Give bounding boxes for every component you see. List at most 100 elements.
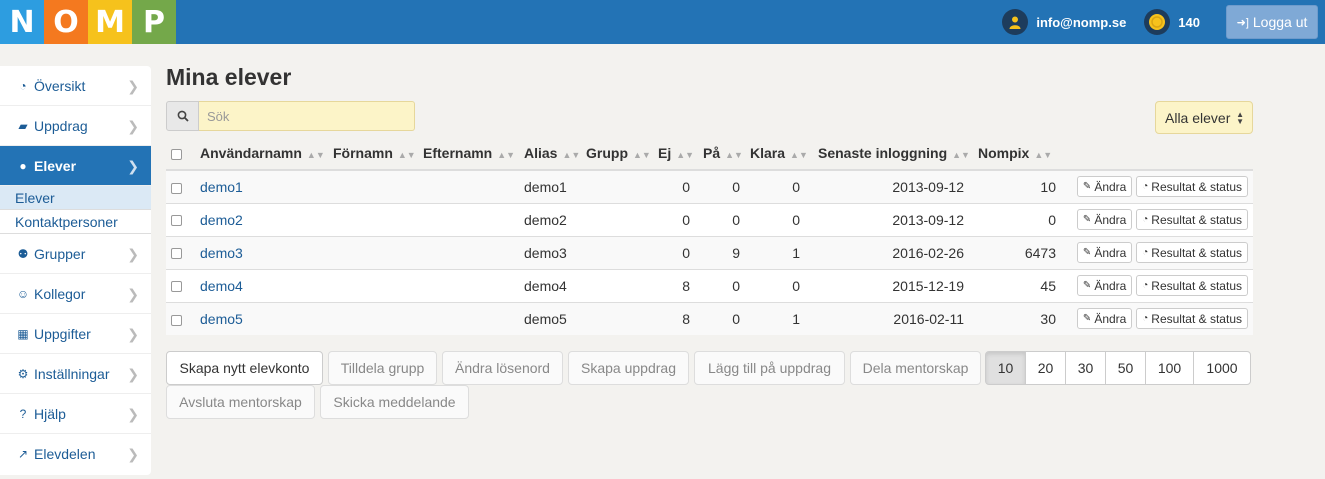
assign-group-button[interactable]: Tilldela grupp bbox=[328, 351, 437, 385]
table-row: demo3 demo3 0 9 1 2016-02-26 6473 ✎ Ändra… bbox=[166, 235, 1253, 269]
edit-button[interactable]: ✎ Ändra bbox=[1076, 275, 1133, 296]
gear-icon: ⚙ bbox=[17, 366, 29, 381]
user-icon: ● bbox=[19, 158, 27, 173]
column-header-group[interactable]: Grupp ▲▼ bbox=[586, 137, 658, 171]
page-size-50[interactable]: 50 bbox=[1105, 351, 1146, 385]
results-status-button[interactable]: ◔ Resultat & status bbox=[1136, 176, 1248, 198]
sort-icon: ▲▼ bbox=[633, 150, 651, 160]
column-header-ej[interactable]: Ej ▲▼ bbox=[658, 137, 703, 171]
change-password-button[interactable]: Ändra lösenord bbox=[442, 351, 563, 385]
dashboard-icon: ◔ bbox=[19, 78, 27, 93]
row-select-cell bbox=[166, 268, 200, 302]
cell-last-login: 2013-09-12 bbox=[818, 202, 978, 236]
add-to-assignment-button[interactable]: Lägg till på uppdrag bbox=[694, 351, 845, 385]
sidebar-item-uppgifter[interactable]: ▦ Uppgifter ❯ bbox=[0, 314, 151, 354]
username-link[interactable]: demo4 bbox=[200, 278, 243, 294]
cell-nompix: 10 bbox=[978, 169, 1068, 203]
create-student-account-button[interactable]: Skapa nytt elevkonto bbox=[166, 351, 323, 385]
logo-letter-m: M bbox=[88, 0, 132, 44]
sidebar-item-installningar[interactable]: ⚙ Inställningar ❯ bbox=[0, 354, 151, 394]
results-status-button[interactable]: ◔ Resultat & status bbox=[1136, 209, 1248, 230]
sidebar-item-label: Hjälp bbox=[34, 405, 66, 422]
cell-alias: demo3 bbox=[524, 235, 586, 269]
page-size-selector: 10 20 30 50 100 1000 bbox=[985, 351, 1251, 385]
sidebar-item-label: Uppdrag bbox=[34, 117, 88, 134]
logo-letter-o: O bbox=[44, 0, 88, 44]
column-header-pa[interactable]: På ▲▼ bbox=[703, 137, 750, 171]
sidebar-item-kollegor[interactable]: ☺ Kollegor ❯ bbox=[0, 274, 151, 314]
column-header-klara[interactable]: Klara ▲▼ bbox=[750, 137, 818, 171]
send-message-button[interactable]: Skicka meddelande bbox=[320, 385, 469, 419]
create-assignment-button[interactable]: Skapa uppdrag bbox=[568, 351, 689, 385]
edit-button[interactable]: ✎ Ändra bbox=[1076, 209, 1133, 230]
cell-last-login: 2013-09-12 bbox=[818, 169, 978, 203]
nomp-logo[interactable]: N O M P bbox=[0, 0, 176, 44]
page-size-20[interactable]: 20 bbox=[1025, 351, 1066, 385]
row-checkbox[interactable] bbox=[171, 281, 182, 293]
column-header-username[interactable]: Användarnamn ▲▼ bbox=[200, 137, 333, 171]
logo-letter-p: P bbox=[132, 0, 176, 44]
sidebar-subitem-kontaktpersoner[interactable]: Kontaktpersoner bbox=[0, 210, 151, 234]
username-link[interactable]: demo3 bbox=[200, 245, 243, 261]
cell-alias: demo4 bbox=[524, 268, 586, 302]
edit-button[interactable]: ✎ Ändra bbox=[1076, 308, 1133, 330]
sidebar-item-grupper[interactable]: ⚉ Grupper ❯ bbox=[0, 234, 151, 274]
edit-icon: ✎ bbox=[1082, 247, 1092, 258]
row-checkbox[interactable] bbox=[171, 182, 182, 194]
end-mentorship-button[interactable]: Avsluta mentorskap bbox=[166, 385, 315, 419]
search-icon[interactable] bbox=[166, 101, 199, 131]
column-header-lastname[interactable]: Efternamn ▲▼ bbox=[423, 137, 524, 171]
results-status-button[interactable]: ◔ Resultat & status bbox=[1136, 308, 1248, 330]
page-size-100[interactable]: 100 bbox=[1145, 351, 1194, 385]
cell-actions: ✎ Ändra ◔ Resultat & status bbox=[1068, 268, 1253, 302]
cell-firstname bbox=[333, 235, 423, 269]
sidebar-item-hjalp[interactable]: ? Hjälp ❯ bbox=[0, 394, 151, 434]
row-select-cell bbox=[166, 301, 200, 335]
chevron-right-icon: ❯ bbox=[127, 446, 139, 462]
page-size-30[interactable]: 30 bbox=[1065, 351, 1106, 385]
user-email[interactable]: info@nomp.se bbox=[1036, 15, 1126, 30]
page-size-1000[interactable]: 1000 bbox=[1193, 351, 1251, 385]
row-checkbox[interactable] bbox=[171, 248, 182, 260]
sidebar-item-oversikt[interactable]: ◔ Översikt ❯ bbox=[0, 66, 151, 106]
username-link[interactable]: demo2 bbox=[200, 212, 243, 228]
smile-icon: ☺ bbox=[16, 286, 30, 301]
table-header-row: Användarnamn ▲▼ Förnamn ▲▼ Efternamn ▲▼ Ali… bbox=[166, 137, 1253, 171]
column-header-nompix[interactable]: Nompix ▲▼ bbox=[978, 137, 1068, 171]
student-filter-select[interactable]: Alla elever ▲ ▼ bbox=[1155, 101, 1253, 134]
edit-button[interactable]: ✎ Ändra bbox=[1076, 242, 1133, 263]
logout-button[interactable]: ➜] Logga ut bbox=[1226, 5, 1318, 39]
grid-icon: ▦ bbox=[17, 326, 29, 341]
edit-icon: ✎ bbox=[1082, 313, 1092, 325]
cell-last-login: 2016-02-26 bbox=[818, 235, 978, 269]
search-group bbox=[166, 101, 415, 131]
edit-icon: ✎ bbox=[1082, 280, 1092, 291]
username-link[interactable]: demo5 bbox=[200, 311, 243, 327]
edit-button[interactable]: ✎ Ändra bbox=[1076, 176, 1133, 198]
results-status-button[interactable]: ◔ Resultat & status bbox=[1136, 242, 1248, 263]
sort-icon: ▲▼ bbox=[497, 150, 516, 160]
sidebar-item-elevdelen[interactable]: ↗ Elevdelen ❯ bbox=[0, 434, 151, 474]
sort-icon: ▲▼ bbox=[1034, 150, 1053, 160]
cell-ej: 8 bbox=[658, 301, 703, 335]
results-status-button[interactable]: ◔ Resultat & status bbox=[1136, 275, 1248, 296]
column-header-firstname[interactable]: Förnamn ▲▼ bbox=[333, 137, 423, 171]
cell-lastname bbox=[423, 202, 524, 236]
cell-lastname bbox=[423, 301, 524, 335]
username-link[interactable]: demo1 bbox=[200, 179, 243, 195]
page-size-10[interactable]: 10 bbox=[985, 351, 1026, 385]
share-mentorship-button[interactable]: Dela mentorskap bbox=[850, 351, 981, 385]
sidebar-item-uppdrag[interactable]: ▰ Uppdrag ❯ bbox=[0, 106, 151, 146]
sidebar-subitem-elever[interactable]: Elever bbox=[0, 186, 151, 210]
table-row: demo4 demo4 8 0 0 2015-12-19 45 ✎ Ändra ◔… bbox=[166, 268, 1253, 302]
column-header-last-login[interactable]: Senaste inloggning ▲▼ bbox=[818, 137, 978, 171]
sidebar-item-label: Inställningar bbox=[34, 365, 110, 382]
search-input[interactable] bbox=[199, 101, 415, 131]
cell-lastname bbox=[423, 235, 524, 269]
sidebar-item-elever[interactable]: ● Elever ❯ bbox=[0, 146, 151, 186]
select-all-checkbox[interactable] bbox=[171, 148, 182, 160]
cell-firstname bbox=[333, 268, 423, 302]
row-checkbox[interactable] bbox=[171, 314, 182, 326]
column-header-alias[interactable]: Alias ▲▼ bbox=[524, 137, 586, 171]
row-checkbox[interactable] bbox=[171, 215, 182, 227]
